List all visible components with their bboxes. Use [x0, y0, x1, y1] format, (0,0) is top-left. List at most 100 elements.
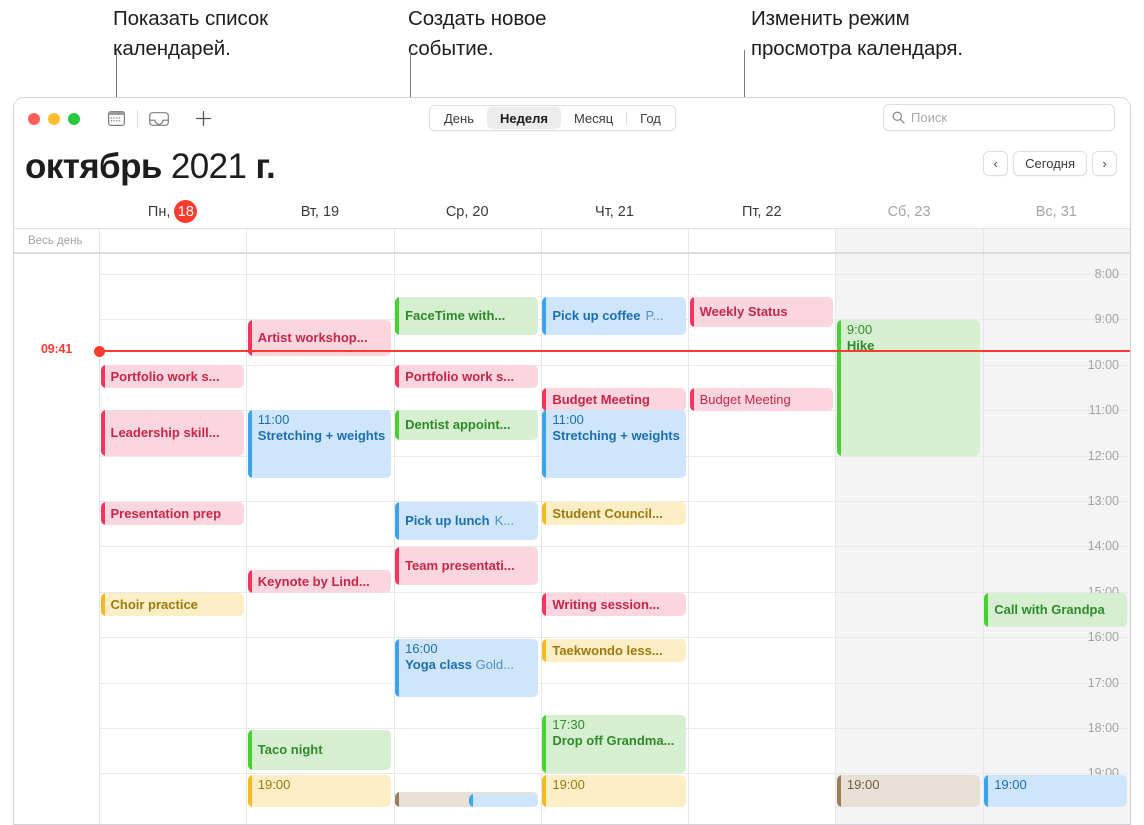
day-column-0[interactable] [99, 254, 246, 824]
view-mode-day[interactable]: День [431, 107, 487, 129]
calendar-event[interactable]: Budget Meeting [689, 388, 833, 411]
all-day-cell-thu[interactable] [540, 229, 688, 252]
calendar-sidebar-icon[interactable] [101, 107, 131, 131]
event-title: Pick up lunch [405, 513, 490, 529]
calendar-event[interactable]: 19:00 [542, 775, 686, 807]
event-time: 11:00 [552, 412, 584, 427]
hour-label-13-00: 13:00 [1087, 494, 1119, 508]
event-title: Presentation prep [110, 505, 222, 521]
calendar-event[interactable]: 11:00 Stretching + weights [247, 410, 392, 478]
calendar-event[interactable]: 11:00 Stretching + weights [542, 410, 686, 478]
event-time: 19:00 [257, 777, 291, 792]
event-title: Call with Grandpa [994, 602, 1105, 618]
event-location: Gold... [472, 656, 514, 672]
hour-label-11-00: 11:00 [1088, 403, 1119, 418]
day-header-thu[interactable]: Чт, 21 [541, 195, 688, 228]
calendar-event[interactable]: Taekwondo less... [542, 639, 686, 662]
event-body: Leadership skill... [105, 410, 244, 456]
view-mode-month[interactable]: Месяц [561, 107, 626, 129]
search-field[interactable]: Поиск [883, 104, 1115, 131]
previous-week-button[interactable]: ‹ [983, 151, 1009, 176]
search-icon [892, 111, 905, 124]
current-time-dot [94, 345, 105, 357]
calendar-event[interactable]: Choir practice [100, 593, 244, 616]
day-column-4[interactable] [688, 254, 835, 824]
callout-sidebar: Показать список календарей. [113, 7, 268, 60]
calendar-event[interactable]: Weekly Status [689, 297, 833, 327]
event-body: 17:30 Drop off Grandma... [546, 715, 685, 773]
event-body: Portfolio work s... [105, 365, 244, 388]
calendar-event[interactable] [468, 794, 539, 807]
day-header-mon[interactable]: Пн, 18 [99, 195, 246, 228]
view-mode-week[interactable]: Неделя [487, 107, 561, 129]
event-title: Keynote by Lind... [257, 573, 370, 589]
view-mode-segmented-control[interactable]: День Неделя Месяц Год [429, 105, 676, 131]
calendar-event[interactable]: Writing session... [542, 593, 686, 616]
calendar-event[interactable]: Taco night [247, 730, 392, 770]
inbox-icon[interactable] [144, 107, 174, 131]
event-title: Drop off Grandma... [552, 732, 675, 748]
event-title: Writing session... [552, 596, 660, 612]
day-header-sun[interactable]: Вс, 31 [983, 195, 1130, 228]
calendar-event[interactable]: Portfolio work s... [100, 365, 244, 388]
calendar-event[interactable]: 19:00 [836, 775, 981, 807]
event-body: 11:00 Stretching + weights [252, 410, 391, 478]
today-button[interactable]: Сегодня [1013, 151, 1087, 176]
hour-label-18-00: 18:00 [1087, 721, 1119, 735]
calendar-event[interactable]: Portfolio work s... [395, 365, 539, 388]
calendar-event[interactable]: 17:30 Drop off Grandma... [542, 715, 686, 773]
event-body: Weekly Status [694, 297, 833, 327]
calendar-event[interactable]: Leadership skill... [100, 410, 244, 456]
calendar-event[interactable]: Pick up coffee P... [542, 297, 686, 335]
all-day-cell-wed[interactable] [393, 229, 541, 252]
calendar-event[interactable]: Call with Grandpa [984, 593, 1128, 627]
event-title: Portfolio work s... [110, 368, 220, 384]
plus-icon[interactable] [190, 107, 216, 131]
calendar-event[interactable]: Budget Meeting [542, 388, 686, 411]
toolbar-icons [101, 107, 174, 131]
calendar-event[interactable]: 16:00 Yoga class Gold... [395, 639, 539, 697]
all-day-cell-sun[interactable] [982, 229, 1130, 252]
day-header-tue[interactable]: Вт, 19 [246, 195, 393, 228]
all-day-cell-mon[interactable] [99, 229, 246, 252]
calendar-event[interactable]: Team presentati... [395, 547, 539, 585]
next-week-button[interactable]: › [1092, 151, 1117, 176]
day-header-sat[interactable]: Сб, 23 [835, 195, 982, 228]
time-grid-scroll[interactable]: 8:00 9:00 10:00 11:00 12:00 13:00 14:00 15:00 16… [14, 254, 1130, 824]
calendar-event[interactable]: Keynote by Lind... [247, 570, 392, 593]
event-body: Student Council... [546, 502, 685, 525]
day-header-fri[interactable]: Пт, 22 [688, 195, 835, 228]
title-year: 2021 [170, 147, 247, 186]
calendar-event[interactable]: Pick up lunch K... [395, 502, 539, 540]
chevron-right-icon: › [1102, 156, 1107, 171]
event-title: Team presentati... [405, 558, 515, 574]
calendar-event[interactable]: Dentist appoint... [395, 410, 539, 440]
event-body: 19:00 [546, 775, 685, 807]
event-body: 16:00 Yoga class Gold... [399, 639, 538, 697]
toolbar-divider [137, 109, 138, 128]
calendar-event[interactable]: FaceTime with... [395, 297, 539, 335]
close-button[interactable] [28, 112, 40, 125]
calendar-event[interactable]: 9:00 Hike [836, 320, 981, 456]
all-day-cell-fri[interactable] [688, 229, 835, 252]
calendar-event[interactable]: 19:00 [984, 775, 1128, 807]
calendar-event[interactable]: Presentation prep [100, 502, 244, 525]
event-body: Presentation prep [105, 502, 244, 525]
all-day-cell-sat[interactable] [835, 229, 983, 252]
event-body: Taco night [252, 730, 391, 770]
calendar-event[interactable]: Student Council... [542, 502, 686, 525]
event-body: Budget Meeting [699, 391, 791, 407]
view-mode-year[interactable]: Год [627, 107, 674, 129]
calendar-window: День Неделя Месяц Год Поиск октябрь 2021… [13, 97, 1131, 825]
event-body: Choir practice [105, 593, 244, 616]
all-day-cell-tue[interactable] [246, 229, 393, 252]
event-body: Dentist appoint... [399, 410, 538, 440]
day-header-wed[interactable]: Ср, 20 [394, 195, 541, 228]
callout-view-mode: Изменить режим просмотра календаря. [751, 7, 963, 60]
event-title: Weekly Status [699, 304, 788, 320]
maximize-button[interactable] [68, 112, 80, 125]
event-body: FaceTime with... [399, 297, 538, 335]
event-title: Pick up coffee [552, 308, 641, 324]
minimize-button[interactable] [48, 112, 60, 125]
calendar-event[interactable]: 19:00 [247, 775, 392, 807]
